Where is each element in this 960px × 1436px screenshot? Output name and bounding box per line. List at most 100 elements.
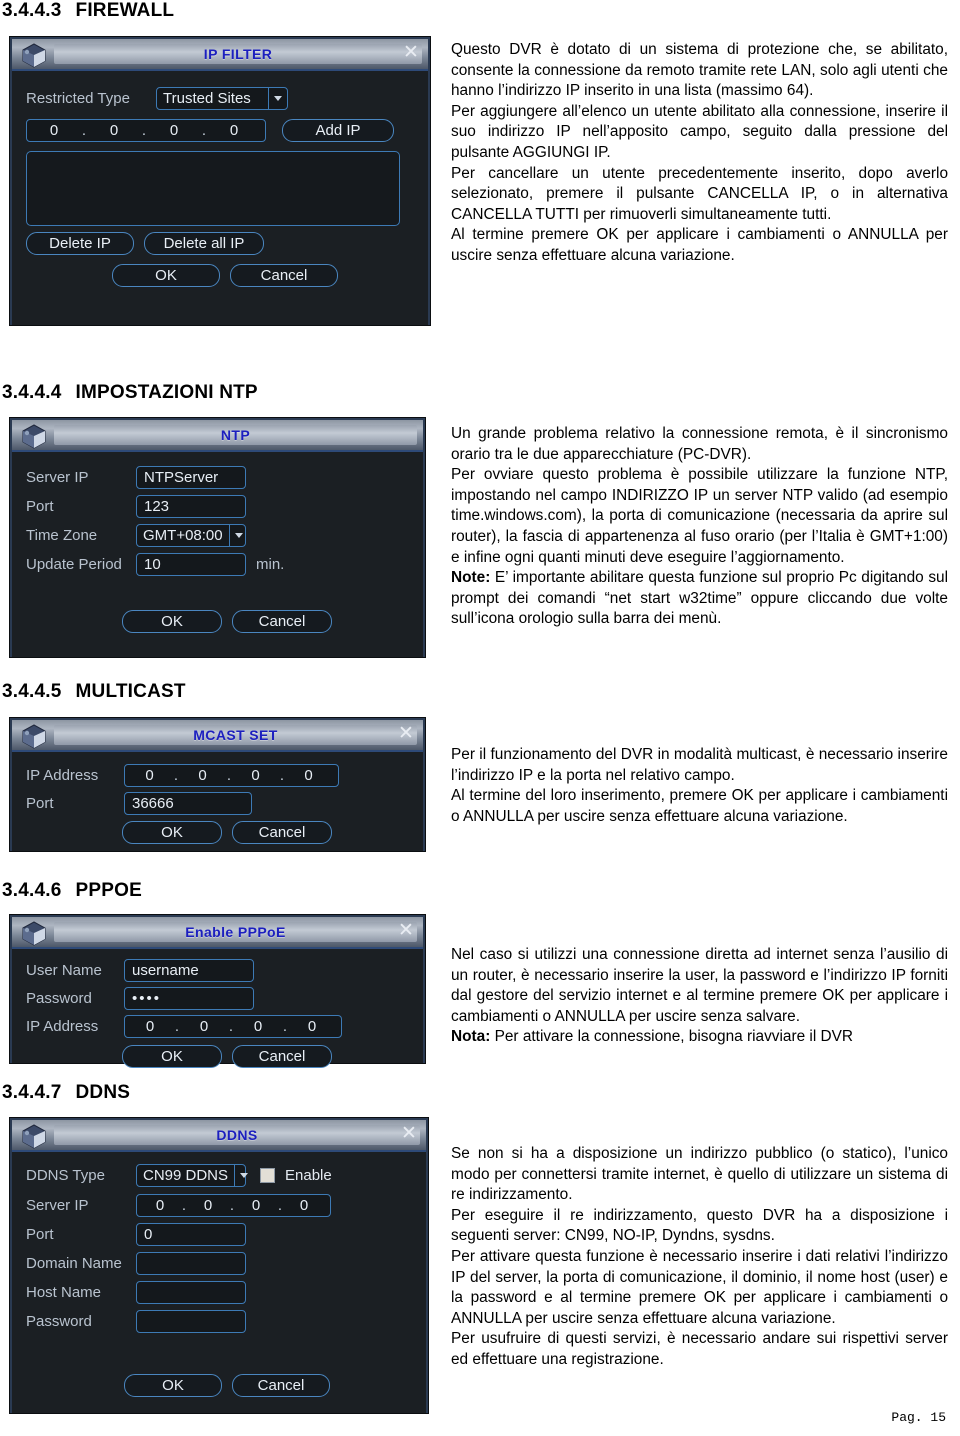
port-input[interactable]: 0 <box>136 1223 246 1246</box>
password-row: Password •••• <box>26 987 254 1010</box>
ddns-type-select[interactable]: CN99 DDNS <box>136 1164 249 1187</box>
ip-list[interactable] <box>26 151 400 226</box>
ok-button[interactable]: OK <box>124 1374 222 1397</box>
server-ip-row: Server IP 0.0.0.0 <box>26 1194 331 1217</box>
password-input[interactable]: •••• <box>124 987 254 1010</box>
dialog-body: DDNS Type CN99 DDNS Enable Server IP 0.0… <box>12 1152 426 1413</box>
chevron-down-icon[interactable] <box>228 525 248 546</box>
ip-octet-4: 0 <box>304 767 313 784</box>
ip-entry-row: 0.0.0.0 Add IP <box>26 119 394 142</box>
delete-ip-button[interactable]: Delete IP <box>26 232 134 255</box>
restricted-type-label: Restricted Type <box>26 90 130 107</box>
chevron-down-icon[interactable] <box>234 1165 253 1186</box>
ip-octet-1: 0 <box>145 1018 155 1035</box>
update-period-label: Update Period <box>26 556 122 573</box>
dialog-body: Server IP NTPServer Port 123 Time Zone G… <box>12 452 423 657</box>
host-name-input[interactable] <box>136 1281 246 1304</box>
user-name-row: User Name username <box>26 959 254 982</box>
cancel-button[interactable]: Cancel <box>230 264 338 287</box>
ip-octet-2: 0 <box>203 1197 213 1214</box>
dialog-title: DDNS <box>216 1127 258 1143</box>
section-heading-ntp: 3.4.4.4 IMPOSTAZIONI NTP <box>2 382 258 404</box>
paragraph: Per aggiungere all’elenco un utente abil… <box>451 102 948 161</box>
dialog-title-plate: Enable PPPoE <box>54 922 417 942</box>
ip-address-input[interactable]: 0.0.0.0 <box>26 119 266 142</box>
dialog-title: NTP <box>220 427 251 443</box>
dialog-title-plate: NTP <box>54 425 417 445</box>
ip-octet-4: 0 <box>307 1018 317 1035</box>
password-input[interactable] <box>136 1310 246 1333</box>
cancel-button[interactable]: Cancel <box>232 1045 332 1068</box>
host-name-label: Host Name <box>26 1284 102 1301</box>
time-zone-value: GMT+08:00 <box>143 527 223 544</box>
cancel-button[interactable]: Cancel <box>232 610 332 633</box>
chevron-down-icon[interactable] <box>268 88 287 109</box>
section-title: FIREWALL <box>75 0 175 21</box>
dialog-body: IP Address 0.0.0.0 Port 36666 OK Cancel <box>12 752 423 851</box>
time-zone-label: Time Zone <box>26 527 98 544</box>
password-label: Password <box>26 990 92 1007</box>
pppoe-dialog: Enable PPPoE ✕ User Name username Passwo… <box>10 915 425 1068</box>
port-input[interactable]: 123 <box>136 495 246 518</box>
dialog-title: MCAST SET <box>193 727 278 743</box>
port-label: Port <box>26 1226 54 1243</box>
add-ip-button[interactable]: Add IP <box>282 119 394 142</box>
paragraph: Questo DVR è dotato di un sistema di pro… <box>451 41 948 100</box>
dialog-title-plate: DDNS <box>54 1125 420 1145</box>
time-zone-row: Time Zone GMT+08:00 <box>26 524 246 547</box>
cancel-button[interactable]: Cancel <box>232 821 332 844</box>
port-row: Port 36666 <box>26 792 252 815</box>
ip-octet-4: 0 <box>229 122 239 139</box>
time-zone-select[interactable]: GMT+08:00 <box>136 524 246 547</box>
server-ip-input[interactable]: NTPServer <box>136 466 246 489</box>
mcast-dialog: MCAST SET ✕ IP Address 0.0.0.0 Port 3666… <box>10 718 425 851</box>
ip-address-input[interactable]: 0.0.0.0 <box>124 1015 342 1038</box>
server-ip-label: Server IP <box>26 469 89 486</box>
domain-name-input[interactable] <box>136 1252 246 1275</box>
delete-all-ip-button[interactable]: Delete all IP <box>144 232 264 255</box>
ip-address-label: IP Address <box>26 767 99 784</box>
dialog-actions-row: OK Cancel <box>122 610 332 633</box>
dialog-actions-row: OK Cancel <box>112 264 338 287</box>
dialog-body: Restricted Type Trusted Sites 0.0.0.0 Ad… <box>12 71 428 325</box>
server-ip-label: Server IP <box>26 1197 89 1214</box>
ok-button[interactable]: OK <box>112 264 220 287</box>
paragraph: Un grande problema relativo la connessio… <box>451 425 948 463</box>
paragraph: Nel caso si utilizzi una connessione dir… <box>451 946 948 1025</box>
server-ip-input[interactable]: 0.0.0.0 <box>136 1194 331 1217</box>
ok-button[interactable]: OK <box>122 610 222 633</box>
ip-address-input[interactable]: 0.0.0.0 <box>124 764 339 787</box>
ok-button[interactable]: OK <box>122 1045 222 1068</box>
ip-octet-1: 0 <box>49 122 59 139</box>
camera-icon <box>16 721 52 749</box>
section-heading-firewall: 3.4.4.3 FIREWALL <box>2 0 174 22</box>
ip-octet-2: 0 <box>109 122 119 139</box>
multicast-description: Per il funzionamento del DVR in modalità… <box>451 745 948 827</box>
close-icon[interactable]: ✕ <box>396 724 416 744</box>
cancel-button[interactable]: Cancel <box>232 1374 330 1397</box>
section-title: DDNS <box>75 1082 131 1103</box>
domain-name-label: Domain Name <box>26 1255 122 1272</box>
dialog-title: Enable PPPoE <box>185 924 286 940</box>
update-period-input[interactable]: 10 <box>136 553 246 576</box>
ip-octet-1: 0 <box>145 767 154 784</box>
close-icon[interactable]: ✕ <box>396 921 416 941</box>
ok-button[interactable]: OK <box>122 821 222 844</box>
port-input[interactable]: 36666 <box>124 792 252 815</box>
user-name-input[interactable]: username <box>124 959 254 982</box>
close-icon[interactable]: ✕ <box>401 43 421 63</box>
camera-icon <box>16 421 52 449</box>
close-icon[interactable]: ✕ <box>399 1124 419 1144</box>
port-label: Port <box>26 795 54 812</box>
ntp-description: Un grande problema relativo la connessio… <box>451 424 948 630</box>
ip-address-label: IP Address <box>26 1018 99 1035</box>
ip-address-row: IP Address 0.0.0.0 <box>26 1015 342 1038</box>
restricted-type-select[interactable]: Trusted Sites <box>156 87 288 110</box>
paragraph: Se non si ha a disposizione un indirizzo… <box>451 1145 948 1204</box>
enable-checkbox[interactable] <box>260 1168 275 1183</box>
dialog-titlebar: IP FILTER ✕ <box>12 39 428 71</box>
note-text: Per attivare la connessione, bisogna ria… <box>490 1028 854 1046</box>
section-title: MULTICAST <box>75 681 186 702</box>
dialog-titlebar: Enable PPPoE ✕ <box>12 917 423 949</box>
section-number: 3.4.4.4 <box>2 382 62 403</box>
